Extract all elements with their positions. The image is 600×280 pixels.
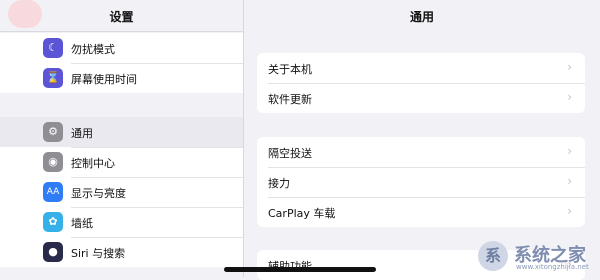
- sidebar-item-display-brightness[interactable]: AA 显示与亮度: [0, 177, 243, 207]
- sidebar-item-control-center[interactable]: ◉ 控制中心: [0, 147, 243, 177]
- home-indicator[interactable]: [224, 267, 376, 272]
- hourglass-icon: ⌛: [43, 68, 63, 88]
- siri-icon: ●: [43, 242, 63, 262]
- sidebar-group-1: ☾ 勿扰模式 ⌛ 屏幕使用时间: [0, 33, 243, 93]
- list-item-label: CarPlay 车载: [268, 207, 336, 220]
- list-item-label: 软件更新: [268, 93, 312, 106]
- settings-card-2: 隔空投送 › 接力 › CarPlay 车载 ›: [257, 137, 585, 227]
- toggles-icon: ◉: [43, 152, 63, 172]
- list-item-label: 接力: [268, 177, 290, 190]
- chevron-right-icon: ›: [567, 174, 572, 188]
- watermark-url: www.xitongzhijia.net: [516, 263, 589, 271]
- sidebar-item-label: 墙纸: [71, 217, 93, 230]
- sidebar-item-label: 显示与亮度: [71, 187, 126, 200]
- page-title: 通用: [409, 10, 434, 24]
- sidebar-item-label: 屏幕使用时间: [71, 73, 137, 86]
- list-item-handoff[interactable]: 接力 ›: [257, 167, 585, 197]
- sidebar-title: 设置: [109, 10, 134, 24]
- chevron-right-icon: ›: [567, 144, 572, 158]
- sidebar-item-siri-search[interactable]: ● Siri 与搜索: [0, 237, 243, 267]
- list-item-label: 关于本机: [268, 63, 312, 76]
- chevron-right-icon: ›: [567, 90, 572, 104]
- chevron-right-icon: ›: [567, 60, 572, 74]
- list-item-software-update[interactable]: 软件更新 ›: [257, 83, 585, 113]
- list-item-about[interactable]: 关于本机 ›: [257, 53, 585, 83]
- watermark: 系 系统之家 www.xitongzhijia.net: [478, 239, 596, 273]
- list-item-carplay[interactable]: CarPlay 车载 ›: [257, 197, 585, 227]
- main-panel: 通用 关于本机 › 软件更新 › 隔空投送 › 接力 › CarPlay 车载 …: [244, 0, 600, 280]
- sidebar-item-do-not-disturb[interactable]: ☾ 勿扰模式: [0, 33, 243, 63]
- sidebar-item-label: Siri 与搜索: [71, 247, 126, 260]
- sidebar-group-2: ⚙ 通用 ◉ 控制中心 AA 显示与亮度 ✿ 墙纸 ● Siri 与搜索: [0, 117, 243, 267]
- sidebar-item-label: 勿扰模式: [71, 43, 115, 56]
- text-size-icon: AA: [43, 182, 63, 202]
- watermark-logo: 系: [478, 241, 508, 271]
- sidebar-item-screen-time[interactable]: ⌛ 屏幕使用时间: [0, 63, 243, 93]
- settings-card-1: 关于本机 › 软件更新 ›: [257, 53, 585, 113]
- sidebar: 设置 ☾ 勿扰模式 ⌛ 屏幕使用时间 ⚙ 通用 ◉ 控制中心 AA 显示与亮度 …: [0, 0, 244, 277]
- list-item-airdrop[interactable]: 隔空投送 ›: [257, 137, 585, 167]
- list-item-label: 隔空投送: [268, 147, 312, 160]
- chevron-right-icon: ›: [567, 204, 572, 218]
- sidebar-item-wallpaper[interactable]: ✿ 墙纸: [0, 207, 243, 237]
- gear-icon: ⚙: [43, 122, 63, 142]
- sidebar-item-general[interactable]: ⚙ 通用: [0, 117, 243, 147]
- flower-icon: ✿: [43, 212, 63, 232]
- moon-icon: ☾: [43, 38, 63, 58]
- sidebar-item-label: 控制中心: [71, 157, 115, 170]
- sidebar-item-label: 通用: [71, 127, 93, 140]
